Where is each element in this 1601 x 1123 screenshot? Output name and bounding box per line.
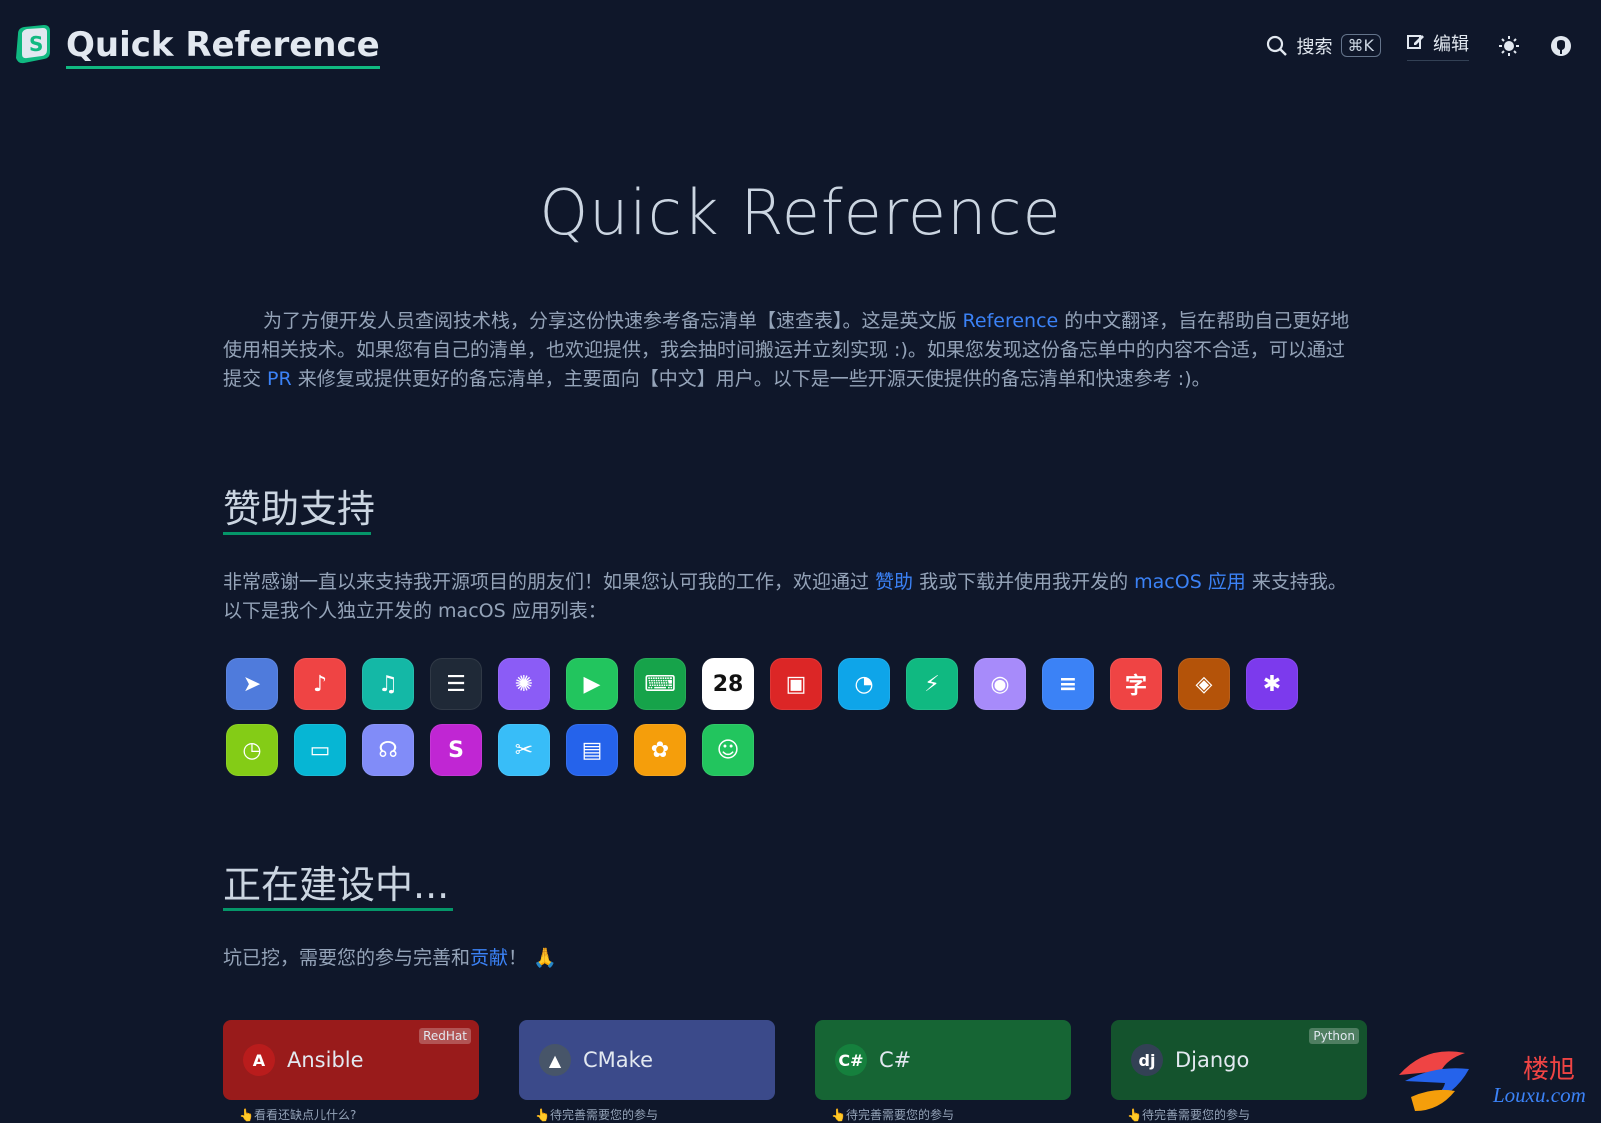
card-label: Django	[1175, 1048, 1250, 1072]
edge-app-icon[interactable]: ◔	[838, 658, 890, 710]
edit-button[interactable]: 编辑	[1407, 30, 1469, 61]
edit-label: 编辑	[1433, 34, 1469, 55]
app-icon-grid: ➤ ♪ ♫ ☰ ✺ ▶ ⌨ 28 ▣ ◔ ⚡ ◉ ≡ 字 ◈ ✱ ◷ ▭ ☊ S ✂ ▤ ✿ ☺	[226, 658, 1326, 776]
header-nav: 搜索 ⌘K 编辑	[1265, 30, 1574, 61]
card-hint-text: 👆看看还缺点儿什么?	[239, 1108, 357, 1122]
theme-toggle-sun-icon[interactable]	[1497, 34, 1521, 58]
bird-app-icon[interactable]: ◈	[1178, 658, 1230, 710]
color-app-icon[interactable]: ✱	[1246, 658, 1298, 710]
cheatsheet-card-django[interactable]: dj Django Python 👆待完善需要您的参与	[1111, 1020, 1367, 1122]
art-app-icon[interactable]: ✿	[634, 724, 686, 776]
watermark-cn-text: 楼旭	[1523, 1055, 1576, 1085]
s-app-icon[interactable]: S	[430, 724, 482, 776]
svg-text:S: S	[29, 32, 43, 56]
voice-app-icon[interactable]: ☊	[362, 724, 414, 776]
battery-app-icon[interactable]: ⚡	[906, 658, 958, 710]
building-paragraph: 坑已挖，需要您的参与完善和贡献！ 🙏	[223, 944, 1359, 973]
page-title: Quick Reference	[539, 176, 1062, 249]
window-app-icon[interactable]: ▭	[294, 724, 346, 776]
cursor-app-icon[interactable]: ➤	[226, 658, 278, 710]
building-heading: 正在建设中...	[223, 863, 450, 907]
sponsor-heading: 赞助支持	[223, 487, 376, 531]
card-hint-text: 👆待完善需要您的参与	[1127, 1108, 1250, 1122]
card-label: CMake	[583, 1048, 653, 1072]
list-app-icon[interactable]: ≡	[1042, 658, 1094, 710]
intro-text-3: 来修复或提供更好的备忘清单，主要面向【中文】用户。以下是一些开源天使提供的备忘清…	[291, 368, 1211, 390]
image-app-icon[interactable]: ▣	[770, 658, 822, 710]
pr-link[interactable]: PR	[267, 368, 292, 390]
contribute-link[interactable]: 贡献	[470, 947, 508, 969]
rss-app-icon[interactable]: ◉	[974, 658, 1026, 710]
reference-link[interactable]: Reference	[963, 310, 1059, 332]
cheatsheet-card-cmake[interactable]: ▲ CMake 👆待完善需要您的参与	[519, 1020, 775, 1122]
top-header: S Quick Reference 搜索 ⌘K 编辑	[0, 0, 1601, 92]
card-logo-icon: ▲	[539, 1044, 571, 1076]
search-button[interactable]: 搜索 ⌘K	[1265, 33, 1381, 59]
card-hint-text: 👆待完善需要您的参与	[535, 1108, 658, 1122]
building-text-1: 坑已挖，需要您的参与完善和	[223, 947, 471, 969]
cheatsheet-card-ansible[interactable]: A Ansible RedHat 👆看看还缺点儿什么?	[223, 1020, 479, 1122]
calendar-app-icon[interactable]: 28	[702, 658, 754, 710]
card-label: C#	[879, 1048, 912, 1072]
intro-paragraph: 为了方便开发人员查阅技术栈，分享这份快速参考备忘清单【速查表】。这是英文版 Re…	[223, 307, 1359, 394]
card-label: Ansible	[287, 1048, 364, 1072]
sponsor-link[interactable]: 赞助	[875, 571, 913, 593]
card-tag-badge: Python	[1309, 1028, 1359, 1044]
search-label: 搜索	[1296, 36, 1333, 58]
sponsor-text-2: 我或下载并使用我开发的	[913, 571, 1135, 593]
watermark-en-text: Louxu.com	[1493, 1083, 1586, 1107]
card-hint-text: 👆待完善需要您的参与	[831, 1108, 954, 1122]
intro-text-1: 为了方便开发人员查阅技术栈，分享这份快速参考备忘清单【速查表】。这是英文版	[263, 310, 963, 332]
terminal-app-icon[interactable]: ☰	[430, 658, 482, 710]
sponsor-text-1: 非常感谢一直以来支持我开源项目的朋友们！如果您认可我的工作，欢迎通过	[223, 571, 876, 593]
cheatsheet-cards: A Ansible RedHat 👆看看还缺点儿什么? ▲ CMake 👆待完善需要您的参与…	[223, 1020, 1371, 1122]
card-tag-badge: RedHat	[419, 1028, 471, 1044]
cheatsheet-card-csharp[interactable]: C# C# 👆待完善需要您的参与	[815, 1020, 1071, 1122]
building-heading-underline	[223, 908, 453, 911]
sponsor-heading-underline	[223, 532, 371, 535]
sponsor-paragraph: 非常感谢一直以来支持我开源项目的朋友们！如果您认可我的工作，欢迎通过 赞助 我或…	[223, 568, 1359, 626]
keyboard-app-icon[interactable]: ⌨	[634, 658, 686, 710]
play-app-icon[interactable]: ▶	[566, 658, 618, 710]
watermark: 楼旭 Louxu.com	[1395, 1035, 1595, 1115]
doc-app-icon[interactable]: ▤	[566, 724, 618, 776]
search-icon	[1265, 34, 1289, 58]
smile-app-icon[interactable]: ☺	[702, 724, 754, 776]
music-app-icon[interactable]: ♪	[294, 658, 346, 710]
timer-app-icon[interactable]: ◷	[226, 724, 278, 776]
char-app-icon[interactable]: 字	[1110, 658, 1162, 710]
search-shortcut-badge: ⌘K	[1340, 34, 1381, 57]
macos-apps-link[interactable]: macOS 应用	[1134, 571, 1246, 593]
card-logo-icon: dj	[1131, 1044, 1163, 1076]
watermark-logo-icon	[1395, 1035, 1487, 1115]
click-app-icon[interactable]: ✺	[498, 658, 550, 710]
brand-link[interactable]: Quick Reference	[66, 26, 380, 69]
music-player-app-icon[interactable]: ♫	[362, 658, 414, 710]
card-logo-icon: C#	[835, 1044, 867, 1076]
building-text-2: ！ 🙏	[508, 947, 557, 969]
site-logo-icon[interactable]: S	[10, 24, 54, 66]
card-logo-icon: A	[243, 1044, 275, 1076]
tools-app-icon[interactable]: ✂	[498, 724, 550, 776]
github-icon[interactable]	[1549, 34, 1573, 58]
edit-icon	[1407, 32, 1425, 55]
